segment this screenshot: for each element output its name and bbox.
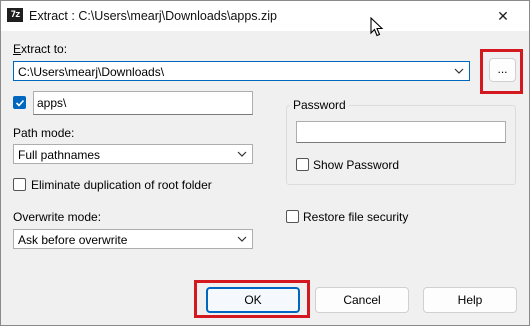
subfolder-value: apps\	[37, 96, 67, 110]
restore-security-checkbox[interactable]	[286, 210, 299, 223]
7zip-app-icon: 7z	[7, 8, 23, 22]
overwrite-mode-label: Overwrite mode:	[13, 210, 102, 224]
extract-dialog: 7z Extract : C:\Users\mearj\Downloads\ap…	[0, 0, 530, 326]
eliminate-duplication-label: Eliminate duplication of root folder	[31, 178, 212, 192]
title-bar[interactable]: 7z Extract : C:\Users\mearj\Downloads\ap…	[1, 1, 529, 31]
subfolder-checkbox[interactable]	[13, 96, 26, 109]
password-group-label: Password	[290, 98, 349, 112]
subfolder-input[interactable]: apps\	[33, 91, 253, 115]
overwrite-mode-select[interactable]: Ask before overwrite	[13, 229, 253, 249]
browse-button-highlight	[480, 49, 523, 94]
checkmark-icon	[15, 99, 25, 107]
show-password-label: Show Password	[313, 158, 400, 172]
path-mode-value: Full pathnames	[18, 148, 101, 162]
show-password-checkbox[interactable]	[296, 158, 309, 171]
restore-security-label: Restore file security	[303, 210, 409, 224]
extract-path-combo[interactable]: C:\Users\mearj\Downloads\	[13, 61, 470, 81]
mouse-cursor-icon	[370, 17, 384, 37]
password-input[interactable]	[296, 121, 506, 143]
help-button[interactable]: Help	[423, 287, 517, 313]
chevron-down-icon	[237, 151, 247, 157]
close-button[interactable]: ✕	[481, 1, 525, 31]
path-mode-label: Path mode:	[13, 126, 75, 140]
overwrite-mode-value: Ask before overwrite	[18, 233, 128, 247]
ok-button-highlight	[194, 280, 310, 318]
eliminate-duplication-checkbox[interactable]	[13, 178, 26, 191]
chevron-down-icon	[237, 236, 247, 242]
close-icon: ✕	[497, 8, 509, 24]
password-group	[286, 105, 516, 185]
extract-path-value: C:\Users\mearj\Downloads\	[18, 65, 165, 79]
window-title: Extract : C:\Users\mearj\Downloads\apps.…	[29, 9, 278, 23]
cancel-button[interactable]: Cancel	[315, 287, 409, 313]
chevron-down-icon	[454, 68, 464, 74]
extract-to-label: Extract to:	[13, 42, 68, 56]
path-mode-select[interactable]: Full pathnames	[13, 144, 253, 164]
